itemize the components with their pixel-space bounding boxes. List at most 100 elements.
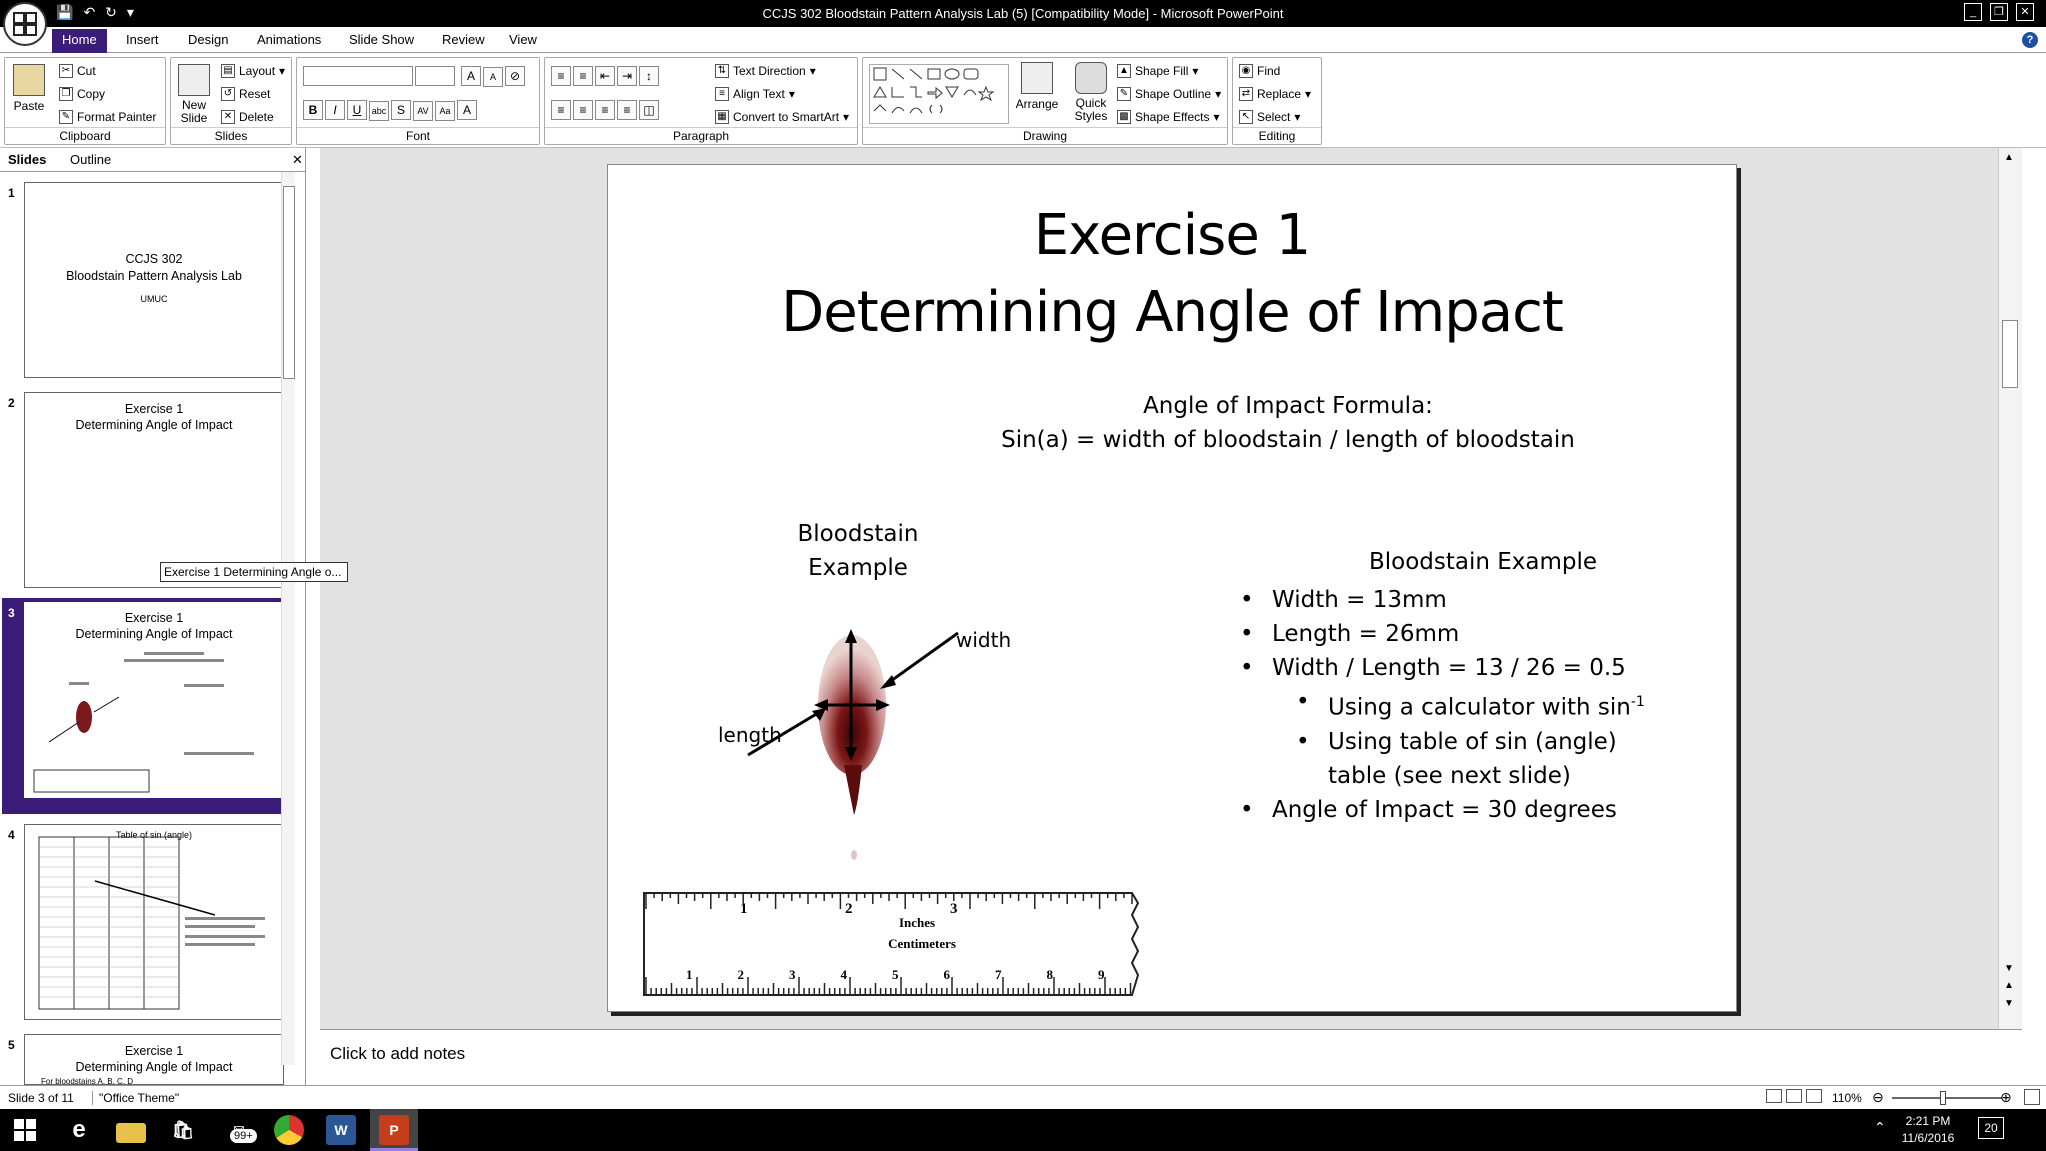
word-icon[interactable]: W xyxy=(326,1115,356,1145)
next-slide-icon[interactable]: ▼ xyxy=(2004,998,2014,1009)
underline-icon[interactable]: U xyxy=(347,100,367,120)
slide-canvas[interactable]: Exercise 1 Determining Angle of Impact A… xyxy=(607,164,1737,1012)
list-item: Width / Length = 13 / 26 = 0.5 xyxy=(1236,651,1716,685)
strikethrough-icon[interactable]: abc xyxy=(369,101,389,121)
fit-window-icon[interactable] xyxy=(2024,1089,2040,1105)
find-button[interactable]: ◉ Find xyxy=(1239,64,1280,78)
file-explorer-icon[interactable] xyxy=(116,1123,146,1143)
tab-outline[interactable]: Outline xyxy=(70,152,111,167)
windows-start-icon[interactable] xyxy=(10,1115,40,1145)
select-button[interactable]: ↖ Select ▾ xyxy=(1239,110,1300,124)
tab-animations[interactable]: Animations xyxy=(257,32,321,47)
change-case-icon[interactable]: Aa xyxy=(435,101,455,121)
store-icon[interactable]: 🛍 xyxy=(168,1115,198,1145)
align-center-icon[interactable]: ≡ xyxy=(573,100,593,120)
office-button[interactable] xyxy=(3,2,47,46)
cut-button[interactable]: ✂ Cut xyxy=(59,64,96,78)
tab-view[interactable]: View xyxy=(509,32,537,47)
prev-slide-icon[interactable]: ▲ xyxy=(2004,980,2014,991)
scroll-up-icon[interactable]: ▲ xyxy=(2004,152,2014,163)
tab-slide-show[interactable]: Slide Show xyxy=(349,32,414,47)
list-item-text: Using table of sin (angle) xyxy=(1328,728,1617,755)
quick-styles-button[interactable]: Quick Styles xyxy=(1067,62,1115,123)
align-text-button[interactable]: ≡ Align Text ▾ xyxy=(715,87,795,101)
line-spacing-icon[interactable]: ↕ xyxy=(639,66,659,86)
font-color-icon[interactable]: A xyxy=(457,100,477,120)
decrease-indent-icon[interactable]: ⇤ xyxy=(595,66,615,86)
slide-thumbnail-1[interactable]: CCJS 302 Bloodstain Pattern Analysis Lab… xyxy=(24,182,284,378)
notes-pane[interactable]: Click to add notes xyxy=(320,1029,2022,1085)
font-size-select[interactable] xyxy=(415,66,455,86)
slide-number: 5 xyxy=(8,1038,15,1052)
normal-view-icon[interactable] xyxy=(1766,1089,1782,1103)
delete-button[interactable]: ✕ Delete xyxy=(221,110,274,124)
shapes-gallery[interactable] xyxy=(869,64,1009,124)
slide-thumbnail-2[interactable]: Exercise 1 Determining Angle of Impact xyxy=(24,392,284,588)
slideshow-view-icon[interactable] xyxy=(1806,1089,1822,1103)
find-label: Find xyxy=(1257,64,1281,78)
clock[interactable]: 2:21 PM 11/6/2016 xyxy=(1898,1113,1958,1147)
char-spacing-icon[interactable]: AV xyxy=(413,101,433,121)
format-painter-button[interactable]: ✎ Format Painter xyxy=(59,110,156,124)
bullet-list[interactable]: Width = 13mm Length = 26mm Width / Lengt… xyxy=(1236,583,1716,827)
align-left-icon[interactable]: ≡ xyxy=(551,100,571,120)
editor-scrollbar[interactable]: ▲ ▼ ▲ ▼ xyxy=(1998,148,2022,1029)
paste-label: Paste xyxy=(13,99,45,113)
copy-button[interactable]: ❐ Copy xyxy=(59,87,105,101)
minimize-button[interactable]: _ xyxy=(1964,3,1982,21)
clear-format-icon[interactable]: ⊘ xyxy=(505,66,525,86)
chrome-icon[interactable] xyxy=(274,1115,304,1145)
font-family-select[interactable] xyxy=(303,66,413,86)
text-direction-button[interactable]: ⇅ Text Direction ▾ xyxy=(715,64,816,78)
slide-thumbnail-3[interactable]: Exercise 1 Determining Angle of Impact xyxy=(24,602,284,798)
shape-effects-button[interactable]: ▩ Shape Effects ▾ xyxy=(1117,110,1220,124)
close-panel-icon[interactable]: ✕ xyxy=(292,152,303,168)
close-button[interactable]: ✕ xyxy=(2016,3,2034,21)
convert-smartart-button[interactable]: ▦ Convert to SmartArt ▾ xyxy=(715,110,849,124)
zoom-level[interactable]: 110% xyxy=(1832,1091,1862,1105)
restore-button[interactable]: ❐ xyxy=(1990,3,2008,21)
mail-badge: 99+ xyxy=(230,1129,257,1143)
reset-button[interactable]: ↺ Reset xyxy=(221,87,270,101)
bullets-icon[interactable]: ≡ xyxy=(551,66,571,86)
shape-outline-button[interactable]: ✎ Shape Outline ▾ xyxy=(1117,87,1221,101)
zoom-slider-thumb[interactable] xyxy=(1940,1091,1946,1105)
tab-insert[interactable]: Insert xyxy=(126,32,159,47)
tab-home[interactable]: Home xyxy=(52,29,107,53)
zoom-slider[interactable] xyxy=(1892,1097,2002,1099)
tray-chevron-icon[interactable]: ⌃ xyxy=(1874,1119,1886,1136)
powerpoint-taskbar-button[interactable]: P xyxy=(370,1109,418,1151)
panel-scrollbar[interactable] xyxy=(281,172,295,1065)
align-right-icon[interactable]: ≡ xyxy=(595,100,615,120)
shrink-font-icon[interactable]: A xyxy=(483,67,503,87)
shadow-icon[interactable]: S xyxy=(391,100,411,120)
replace-button[interactable]: ⇄ Replace ▾ xyxy=(1239,87,1311,101)
grow-font-icon[interactable]: A xyxy=(461,66,481,86)
new-slide-button[interactable]: New Slide xyxy=(175,64,213,125)
tab-slides[interactable]: Slides xyxy=(8,152,46,167)
justify-icon[interactable]: ≡ xyxy=(617,100,637,120)
paste-button[interactable]: Paste xyxy=(11,64,47,113)
layout-button[interactable]: ▤ Layout ▾ xyxy=(221,64,285,78)
sorter-view-icon[interactable] xyxy=(1786,1089,1802,1103)
slide-title[interactable]: Exercise 1 Determining Angle of Impact xyxy=(608,197,1736,351)
tab-review[interactable]: Review xyxy=(442,32,485,47)
notification-center-icon[interactable]: 20 xyxy=(1978,1117,2004,1139)
numbering-icon[interactable]: ≡ xyxy=(573,66,593,86)
scroll-down-icon[interactable]: ▼ xyxy=(2004,963,2014,974)
tab-design[interactable]: Design xyxy=(188,32,228,47)
help-icon[interactable]: ? xyxy=(2022,32,2038,48)
editor-scroll-thumb[interactable] xyxy=(2002,320,2018,388)
bold-icon[interactable]: B xyxy=(303,100,323,120)
zoom-out-icon[interactable]: ⊖ xyxy=(1872,1089,1884,1106)
columns-icon[interactable]: ◫ xyxy=(639,100,659,120)
shape-fill-button[interactable]: ▲ Shape Fill ▾ xyxy=(1117,64,1198,78)
increase-indent-icon[interactable]: ⇥ xyxy=(617,66,637,86)
edge-icon[interactable]: e xyxy=(64,1115,94,1145)
slide-thumbnail-4[interactable]: Table of sin (angle) xyxy=(24,824,284,1020)
panel-scroll-thumb[interactable] xyxy=(283,186,295,379)
arrange-button[interactable]: Arrange xyxy=(1015,62,1059,111)
slide-thumbnail-5[interactable]: Exercise 1 Determining Angle of Impact F… xyxy=(24,1034,284,1085)
zoom-in-icon[interactable]: ⊕ xyxy=(2000,1089,2012,1106)
italic-icon[interactable]: I xyxy=(325,100,345,120)
